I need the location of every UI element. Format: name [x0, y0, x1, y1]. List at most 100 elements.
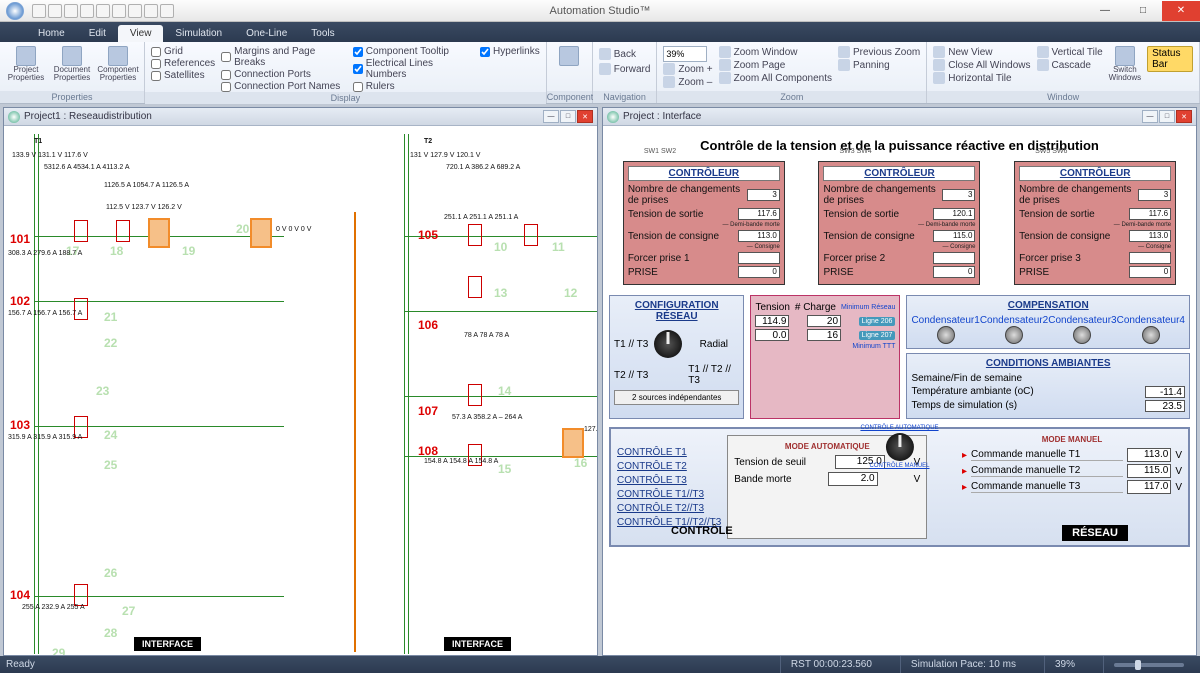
value-field[interactable]: 115.0	[933, 230, 975, 242]
tab-tools[interactable]: Tools	[299, 25, 346, 42]
panel-close-icon[interactable]: ✕	[1176, 110, 1192, 123]
breaker-icon	[468, 224, 482, 246]
qat-redo-icon[interactable]	[64, 4, 78, 18]
control-link[interactable]: CONTRÔLE T1	[617, 447, 721, 458]
nav-back-button[interactable]: Back	[599, 48, 636, 60]
tab-simulation[interactable]: Simulation	[163, 25, 234, 42]
tab-edit[interactable]: Edit	[77, 25, 118, 42]
schematic-canvas[interactable]: 101 102 103 104 105 106 107 108 17 18 19…	[4, 126, 597, 655]
status-bar-toggle[interactable]: Status Bar	[1147, 46, 1193, 72]
tab-oneline[interactable]: One-Line	[234, 25, 299, 42]
panel-close-icon[interactable]: ✕	[577, 110, 593, 123]
capacitor-toggle[interactable]	[1142, 326, 1160, 344]
value-field[interactable]: 0	[738, 266, 780, 278]
qat-paste-icon[interactable]	[112, 4, 126, 18]
value-field[interactable]: 120.1	[933, 208, 975, 220]
manual-value[interactable]: 115.0	[1127, 464, 1171, 478]
nav-forward-button[interactable]: Forward	[599, 63, 651, 75]
schematic-header[interactable]: Project1 : Reseaudistribution —□✕	[4, 108, 597, 126]
new-view-button[interactable]: New View	[933, 46, 1030, 58]
tab-home[interactable]: Home	[26, 25, 77, 42]
value-field[interactable]	[738, 252, 780, 264]
value-field[interactable]: 117.6	[738, 208, 780, 220]
zoom-input[interactable]	[663, 46, 707, 62]
zoom-page-button[interactable]: Zoom Page	[719, 59, 832, 71]
control-link[interactable]: CONTRÔLE T3	[617, 475, 721, 486]
check-margins[interactable]: Margins and Page Breaks	[221, 46, 347, 68]
panel-max-icon[interactable]: □	[1159, 110, 1175, 123]
bus-107: 107	[418, 404, 438, 418]
zoom-all-button[interactable]: Zoom All Components	[719, 72, 832, 84]
ribbon-group-display: Grid References Satellites Margins and P…	[145, 42, 547, 103]
qat-run-icon[interactable]	[128, 4, 142, 18]
capacitor-toggle[interactable]	[1073, 326, 1091, 344]
manual-value[interactable]: 113.0	[1127, 448, 1171, 462]
project-properties-button[interactable]: Project Properties	[6, 44, 46, 82]
switch-windows-button[interactable]: Switch Windows	[1109, 44, 1141, 82]
component-properties-button[interactable]: Component Properties	[98, 44, 138, 82]
value-field[interactable]: 117.6	[1129, 208, 1171, 220]
interface-canvas[interactable]: Contrôle de la tension et de la puissanc…	[603, 126, 1196, 655]
zoom-slider[interactable]	[1114, 663, 1184, 667]
maximize-button[interactable]: □	[1124, 1, 1162, 21]
value-field[interactable]	[933, 252, 975, 264]
check-elec-lines[interactable]: Electrical Lines Numbers	[353, 58, 474, 80]
interface-header[interactable]: Project : Interface —□✕	[603, 108, 1196, 126]
prev-zoom-button[interactable]: Previous Zoom	[838, 46, 920, 58]
close-all-button[interactable]: Close All Windows	[933, 59, 1030, 71]
value-field[interactable]: 113.0	[1129, 230, 1171, 242]
qat-pause-icon[interactable]	[144, 4, 158, 18]
reseau-button[interactable]: RÉSEAU	[1062, 525, 1128, 541]
breaker-icon	[468, 276, 482, 298]
panel-max-icon[interactable]: □	[560, 110, 576, 123]
value-field[interactable]: 0	[933, 266, 975, 278]
selector-dial[interactable]	[654, 330, 682, 358]
close-button[interactable]: ✕	[1162, 1, 1200, 21]
capacitor-toggle[interactable]	[937, 326, 955, 344]
ribbon-group-navigation: Back Forward Navigation	[593, 42, 658, 103]
minimize-button[interactable]: —	[1086, 1, 1124, 21]
value-field[interactable]: 0	[1129, 266, 1171, 278]
check-references[interactable]: References	[151, 58, 215, 69]
vtile-button[interactable]: Vertical Tile	[1037, 46, 1103, 58]
qat-cut-icon[interactable]	[80, 4, 94, 18]
qat-copy-icon[interactable]	[96, 4, 110, 18]
manual-value[interactable]: 117.0	[1127, 480, 1171, 494]
check-satellites[interactable]: Satellites	[151, 70, 215, 81]
check-conn-port-names[interactable]: Connection Port Names	[221, 81, 347, 92]
zoom-minus-button[interactable]: Zoom –	[663, 76, 712, 88]
line-button[interactable]: Ligne 207	[859, 331, 896, 340]
capacitor-toggle[interactable]	[1005, 326, 1023, 344]
value-field[interactable]: 3	[942, 189, 975, 201]
panel-min-icon[interactable]: —	[1142, 110, 1158, 123]
zoom-window-button[interactable]: Zoom Window	[719, 46, 832, 58]
htile-button[interactable]: Horizontal Tile	[933, 72, 1030, 84]
control-link[interactable]: CONTRÔLE T2	[617, 461, 721, 472]
qat-save-icon[interactable]	[32, 4, 46, 18]
vtile-icon	[1037, 46, 1049, 58]
value-field[interactable]: 113.0	[738, 230, 780, 242]
value-field[interactable]	[1129, 252, 1171, 264]
controller-card: SW1 SW2CONTRÔLEURNombre de changements d…	[623, 161, 785, 285]
check-rulers[interactable]: Rulers	[353, 81, 474, 92]
check-tooltip[interactable]: Component Tooltip	[353, 46, 474, 57]
check-hyperlinks[interactable]: Hyperlinks	[480, 46, 540, 57]
control-link[interactable]: CONTRÔLE T1//T3	[617, 489, 721, 500]
value-field[interactable]: 3	[747, 189, 780, 201]
cascade-button[interactable]: Cascade	[1037, 59, 1103, 71]
line-button[interactable]: Ligne 206	[859, 317, 896, 326]
tab-view[interactable]: View	[118, 25, 164, 42]
check-conn-ports[interactable]: Connection Ports	[221, 69, 347, 80]
qat-stop-icon[interactable]	[160, 4, 174, 18]
zoom-plus-button[interactable]: Zoom +	[663, 63, 712, 75]
value-field[interactable]: 3	[1138, 189, 1171, 201]
component-button[interactable]	[553, 44, 586, 66]
qat-undo-icon[interactable]	[48, 4, 62, 18]
mode-selector[interactable]: CONTRÔLE AUTOMATIQUE CONTRÔLE MANUEL	[860, 425, 938, 469]
panning-button[interactable]: Panning	[838, 59, 920, 71]
control-link[interactable]: CONTRÔLE T2//T3	[617, 503, 721, 514]
document-properties-button[interactable]: Document Properties	[52, 44, 92, 82]
panel-min-icon[interactable]: —	[543, 110, 559, 123]
two-sources-button[interactable]: 2 sources indépendantes	[614, 390, 739, 405]
check-grid[interactable]: Grid	[151, 46, 215, 57]
